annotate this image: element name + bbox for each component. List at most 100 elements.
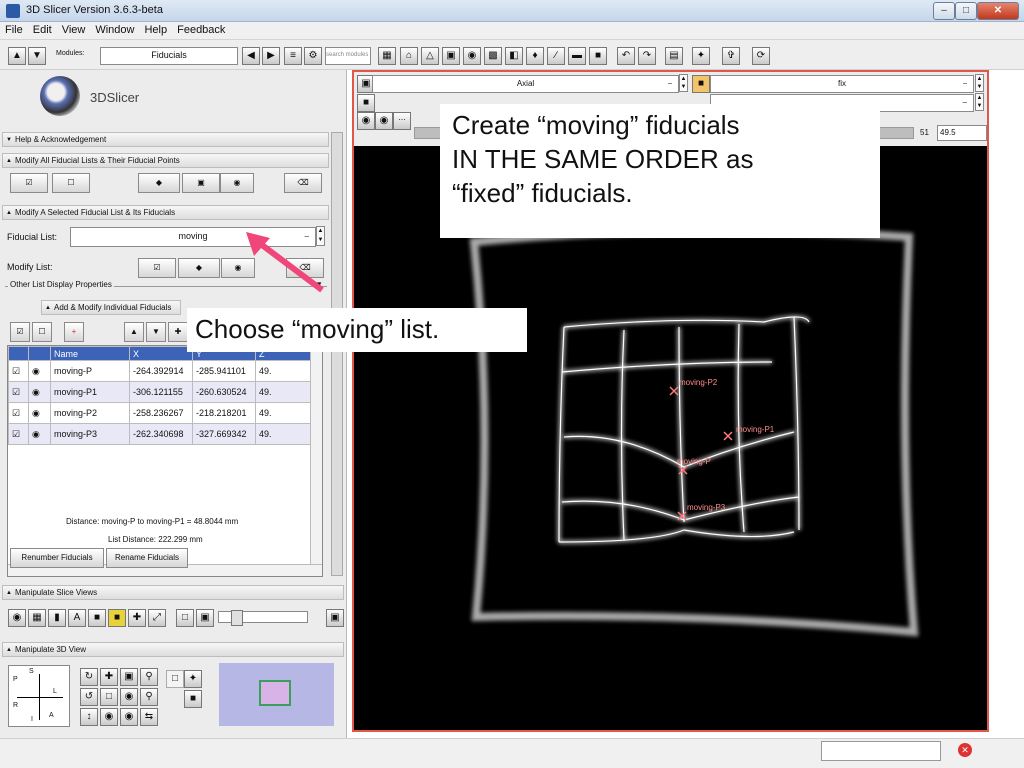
slice-fov-icon[interactable]: ■ — [357, 94, 375, 112]
table-row[interactable]: ☑ ◉ moving-P1 -306.121155 -260.630524 49. — [8, 381, 321, 403]
slice-offset-input[interactable]: 49.5 — [937, 125, 987, 141]
stereo-icon[interactable]: ▣ — [120, 668, 138, 686]
error-log-icon[interactable]: ✕ — [958, 743, 972, 757]
help-section[interactable]: Help & Acknowledgement — [2, 132, 329, 147]
3d-config-icon[interactable]: ✦ — [184, 670, 202, 688]
volume-select[interactable]: fix ⎯ — [710, 75, 974, 93]
slice-a-icon[interactable]: A — [68, 609, 86, 627]
volumes-icon[interactable]: △ — [421, 47, 439, 65]
panel-scrollbar[interactable] — [331, 132, 343, 576]
name-column-header[interactable]: Name — [50, 346, 130, 361]
add-fiducial-button[interactable]: + — [64, 322, 84, 342]
move-down-button[interactable]: ▼ — [146, 322, 166, 342]
slice-opacity-slider[interactable] — [218, 610, 308, 626]
mouse-mode-icon[interactable]: ✦ — [692, 47, 710, 65]
fiducial-name-cell[interactable]: moving-P1 — [50, 381, 130, 403]
fiducial-y-cell[interactable]: -260.630524 — [192, 381, 256, 403]
select-all-button[interactable]: ☑ — [10, 173, 48, 193]
slice-visibility-icon[interactable]: ◉ — [8, 609, 26, 627]
table-row[interactable]: ☑ ◉ moving-P2 -258.236267 -218.218201 49. — [8, 402, 321, 424]
zoom-out-icon[interactable]: ⚲ — [140, 688, 158, 706]
menu-window[interactable]: Window — [90, 22, 139, 36]
add-modify-section[interactable]: Add & Modify Individual Fiducials — [41, 300, 181, 315]
slice-fit-icon[interactable]: ⤢ — [148, 609, 166, 627]
models-icon[interactable]: ▣ — [442, 47, 460, 65]
menu-help[interactable]: Help — [139, 22, 172, 36]
volume-toggle-icon[interactable]: ■ — [692, 75, 710, 93]
lock-all-button[interactable]: ◆ — [138, 173, 180, 193]
row-checkbox[interactable]: ☑ — [8, 423, 29, 445]
window-icon[interactable]: ■ — [589, 47, 607, 65]
eye-icon[interactable]: ◉ — [28, 381, 51, 403]
row-checkbox[interactable]: ☑ — [8, 360, 29, 382]
slice-more-icon[interactable]: ⋯ — [393, 112, 411, 130]
unlock-all-button[interactable]: ▣ — [182, 173, 220, 193]
maximize-button[interactable]: □ — [955, 2, 977, 20]
eye-icon[interactable]: ◉ — [28, 360, 51, 382]
slice-yellow-icon[interactable]: ■ — [108, 609, 126, 627]
load-scene-icon[interactable]: ▲ — [8, 47, 26, 65]
select-fiducials-button[interactable]: ☑ — [10, 322, 30, 342]
menu-edit[interactable]: Edit — [28, 22, 57, 36]
menu-view[interactable]: View — [57, 22, 91, 36]
slice-layout-2-icon[interactable]: ▣ — [196, 609, 214, 627]
fly-icon[interactable]: ⇆ — [140, 708, 158, 726]
deselect-all-button[interactable]: ☐ — [52, 173, 90, 193]
refresh-icon[interactable]: ⟳ — [752, 47, 770, 65]
row-checkbox[interactable]: ☑ — [8, 381, 29, 403]
orientation-select[interactable]: Axial ⎯ — [372, 75, 679, 93]
center-icon[interactable]: ✚ — [100, 668, 118, 686]
prev-module-icon[interactable]: ◀ — [242, 47, 260, 65]
fiducial-x-cell[interactable]: -306.121155 — [129, 381, 193, 403]
move-up-button[interactable]: ▲ — [124, 322, 144, 342]
look-from-icon[interactable]: ◉ — [120, 708, 138, 726]
minimize-button[interactable]: – — [933, 2, 955, 20]
slice-visible-icon[interactable]: ◉ — [375, 112, 393, 130]
editor-icon[interactable]: ◧ — [505, 47, 523, 65]
orientation-spinner[interactable]: ▲ ▼ — [679, 74, 688, 92]
rotate-icon[interactable]: ↻ — [80, 668, 98, 686]
x-column-header[interactable]: X — [129, 346, 193, 361]
other-props-label[interactable]: Other List Display Properties — [8, 280, 114, 289]
camera-icon[interactable]: ◉ — [120, 688, 138, 706]
slice-grid-icon[interactable]: ▦ — [28, 609, 46, 627]
slice-popup-icon[interactable]: ▣ — [326, 609, 344, 627]
menu-file[interactable]: File — [0, 22, 28, 36]
slice-crosshair-icon[interactable]: ✚ — [128, 609, 146, 627]
row-checkbox[interactable]: ☑ — [8, 402, 29, 424]
pick-mode-icon[interactable]: ✞ — [722, 47, 740, 65]
module-search-input[interactable]: search modules — [325, 47, 371, 65]
eye-view-icon[interactable]: ◉ — [100, 708, 118, 726]
volume-spinner[interactable]: ▲ ▼ — [975, 74, 984, 92]
transforms-icon[interactable]: ◉ — [463, 47, 481, 65]
undo-icon[interactable]: ↶ — [617, 47, 635, 65]
3d-view-navigator[interactable] — [219, 663, 334, 726]
fiducial-name-cell[interactable]: moving-P2 — [50, 402, 130, 424]
fiducial-y-cell[interactable]: -285.941101 — [192, 360, 256, 382]
orientation-widget[interactable]: S P L R I A — [8, 665, 70, 727]
fiducial-x-cell[interactable]: -262.340698 — [129, 423, 193, 445]
module-select[interactable]: Fiducials — [100, 47, 238, 65]
deselect-fiducials-button[interactable]: ☐ — [32, 322, 52, 342]
rename-fiducials-button[interactable]: Rename Fiducials — [106, 548, 188, 568]
modify-list-select-button[interactable]: ☑ — [138, 258, 176, 278]
foreground-spinner[interactable]: ▲ ▼ — [975, 93, 984, 111]
fiducial-y-cell[interactable]: -218.218201 — [192, 402, 256, 424]
module-settings-icon[interactable]: ⚙ — [304, 47, 322, 65]
data-icon[interactable]: ▩ — [484, 47, 502, 65]
eye-icon[interactable]: ◉ — [28, 423, 51, 445]
manipulate-slice-section[interactable]: Manipulate Slice Views — [2, 585, 344, 600]
table-row[interactable]: ☑ ◉ moving-P3 -262.340698 -327.669342 49. — [8, 423, 321, 445]
home-icon[interactable]: ⌂ — [400, 47, 418, 65]
pitch-icon[interactable]: ↕ — [80, 708, 98, 726]
zoom-icon[interactable]: ⚲ — [140, 668, 158, 686]
reset-view-icon[interactable]: □ — [100, 688, 118, 706]
layout-icon-1[interactable]: ▦ — [378, 47, 396, 65]
visibility-all-button[interactable]: ◉ — [220, 173, 254, 193]
renumber-fiducials-button[interactable]: Renumber Fiducials — [10, 548, 104, 568]
modify-list-lock-button[interactable]: ◆ — [178, 258, 220, 278]
save-scene-icon[interactable]: ▼ — [28, 47, 46, 65]
eye-icon[interactable]: ◉ — [28, 402, 51, 424]
fiducial-y-cell[interactable]: -327.669342 — [192, 423, 256, 445]
slice-layout-1-icon[interactable]: □ — [176, 609, 194, 627]
